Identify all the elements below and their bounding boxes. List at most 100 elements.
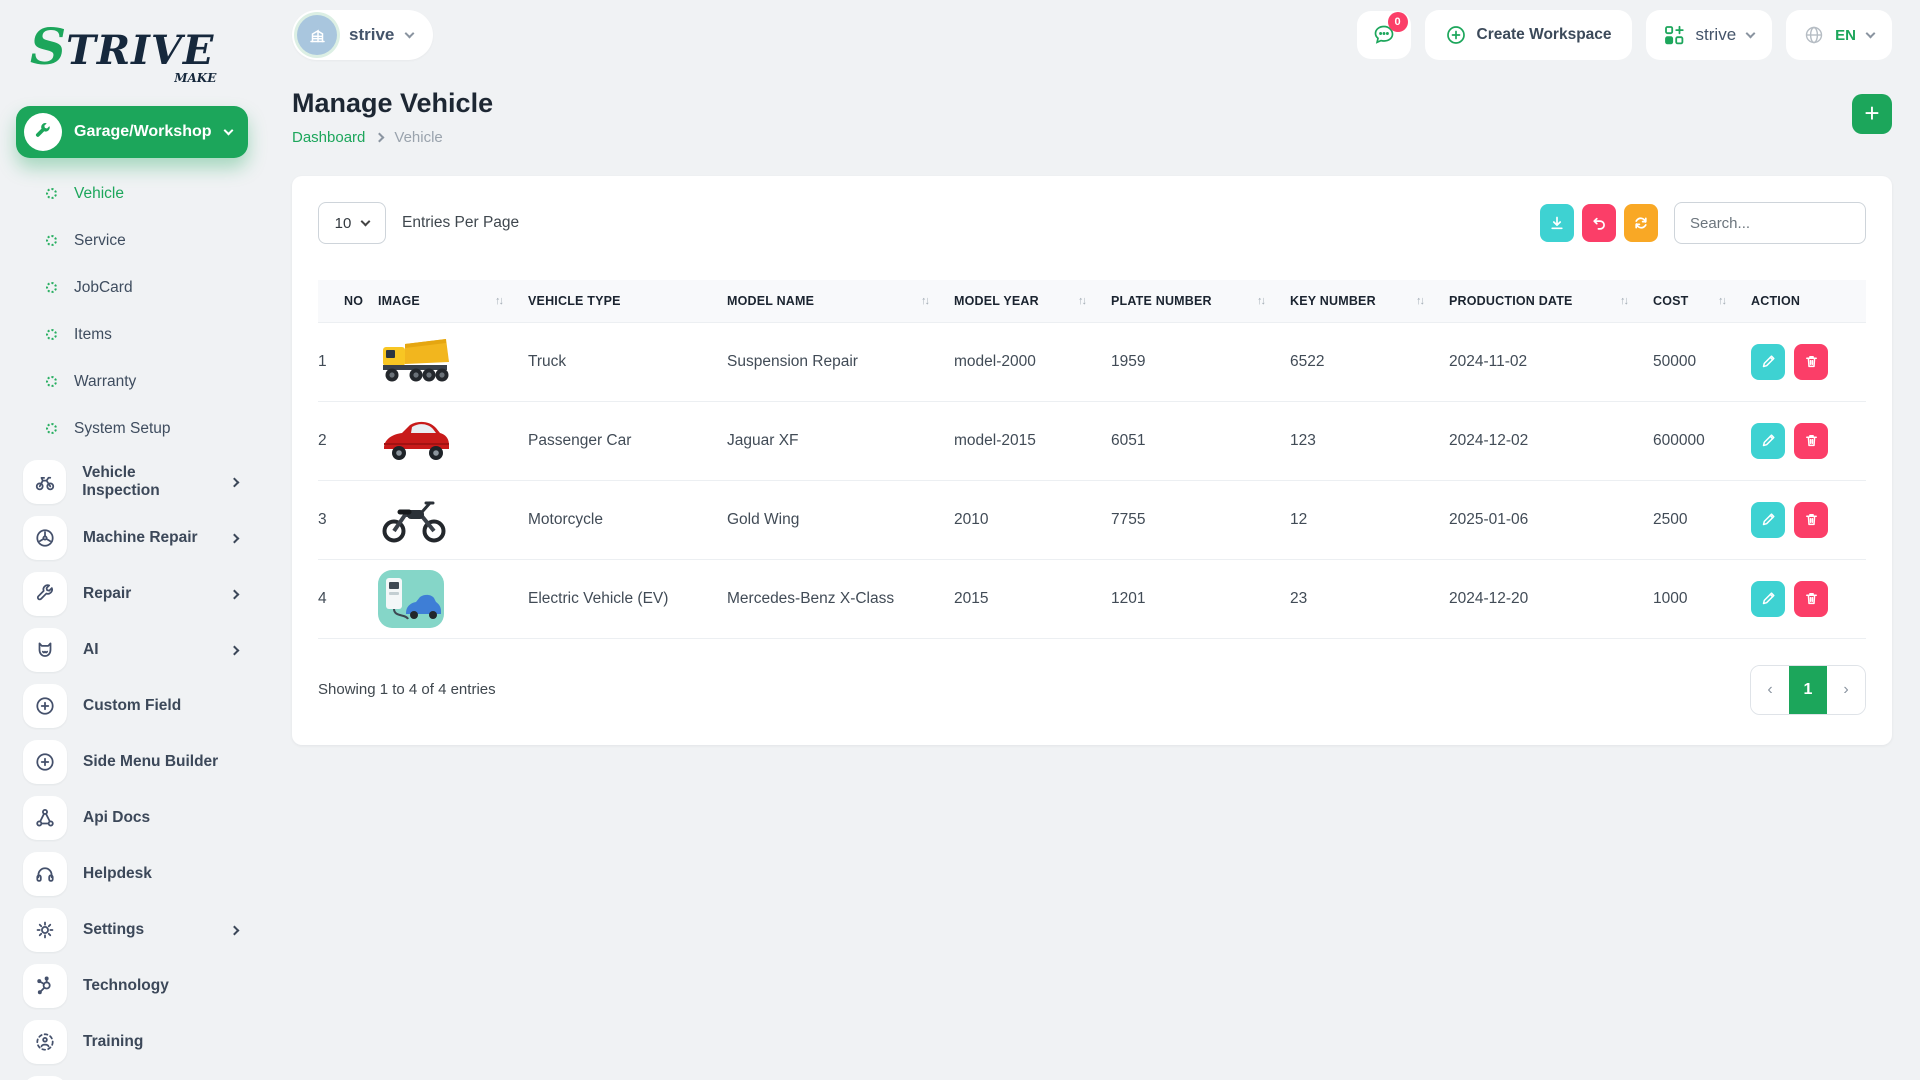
cell-no: 2 — [318, 401, 378, 480]
language-selector[interactable]: EN — [1786, 10, 1892, 60]
cell-plate_number: 7755 — [1111, 480, 1290, 559]
pagination-prev-button[interactable]: ‹ — [1751, 666, 1789, 714]
sidebar-item-system-setup[interactable]: System Setup — [0, 405, 264, 452]
chevron-right-icon — [230, 589, 240, 599]
edit-button[interactable] — [1751, 581, 1785, 617]
plus-circle-icon — [23, 684, 67, 728]
sidebar-item-label: Technology — [83, 977, 169, 995]
undo-button[interactable] — [1582, 204, 1616, 242]
chevron-right-icon — [230, 645, 240, 655]
cell-cost: 1000 — [1653, 559, 1751, 638]
sidebar-item-ai[interactable]: AI — [0, 622, 264, 678]
brand-tagline: MAKE — [174, 72, 216, 84]
refresh-button[interactable] — [1624, 204, 1658, 242]
delete-button[interactable] — [1794, 581, 1828, 617]
cell-image — [378, 559, 528, 638]
cell-vehicle_type: Motorcycle — [528, 480, 727, 559]
column-label: NO — [344, 294, 363, 308]
workspace-selector[interactable]: strive — [292, 10, 433, 60]
column-header-inner: ACTION — [1751, 294, 1866, 308]
table-header-row: NOIMAGE↑↓VEHICLE TYPEMODEL NAME↑↓MODEL Y… — [318, 280, 1866, 322]
sidebar-item-technology[interactable]: Technology — [0, 1070, 264, 1080]
ai-cat-icon — [23, 628, 67, 672]
sidebar-item-side-menu-builder[interactable]: Side Menu Builder — [0, 734, 264, 790]
pagination-page-1[interactable]: 1 — [1789, 666, 1827, 714]
sidebar-item-warranty[interactable]: Warranty — [0, 358, 264, 405]
delete-button[interactable] — [1794, 344, 1828, 380]
column-label: COST — [1653, 294, 1689, 308]
cell-model_year: 2010 — [954, 480, 1111, 559]
column-header-key-number[interactable]: KEY NUMBER↑↓ — [1290, 280, 1449, 322]
sort-icon[interactable]: ↑↓ — [1416, 295, 1423, 307]
cell-production_date: 2025-01-06 — [1449, 480, 1653, 559]
sidebar-item-vehicle-inspection[interactable]: Vehicle Inspection — [0, 454, 264, 510]
sidebar-item-settings[interactable]: Settings — [0, 902, 264, 958]
cell-model_name: Gold Wing — [727, 480, 954, 559]
column-header-model-year[interactable]: MODEL YEAR↑↓ — [954, 280, 1111, 322]
edit-button[interactable] — [1751, 423, 1785, 459]
search-input[interactable] — [1674, 202, 1866, 244]
sidebar-item-items[interactable]: Items — [0, 311, 264, 358]
create-workspace-button[interactable]: Create Workspace — [1425, 10, 1632, 60]
sidebar-group-garage-workshop[interactable]: Garage/Workshop — [16, 106, 248, 158]
breadcrumb-current: Vehicle — [394, 129, 442, 146]
column-header-production-date[interactable]: PRODUCTION DATE↑↓ — [1449, 280, 1653, 322]
delete-button[interactable] — [1794, 423, 1828, 459]
sidebar-item-api-docs[interactable]: Api Docs — [0, 790, 264, 846]
sort-icon[interactable]: ↑↓ — [1257, 295, 1264, 307]
main-area: strive 0 Create Workspace — [264, 0, 1920, 1080]
table-row: 1TruckSuspension Repairmodel-20001959652… — [318, 322, 1866, 401]
add-vehicle-button[interactable]: + — [1852, 94, 1892, 134]
sort-icon[interactable]: ↑↓ — [921, 295, 928, 307]
pencil-icon — [1761, 354, 1776, 369]
sidebar-item-jobcard[interactable]: JobCard — [0, 264, 264, 311]
sort-icon[interactable]: ↑↓ — [1078, 295, 1085, 307]
cell-production_date: 2024-11-02 — [1449, 322, 1653, 401]
brand-logo-text: STRIVE MAKE — [30, 22, 214, 72]
sidebar-item-helpdesk[interactable]: Helpdesk — [0, 846, 264, 902]
workspace-menu[interactable]: strive — [1646, 10, 1773, 60]
dashed-circle-icon — [46, 423, 57, 434]
column-header-cost[interactable]: COST ↑↓ — [1653, 280, 1751, 322]
sort-icon[interactable]: ↑↓ — [495, 295, 502, 307]
column-header-image[interactable]: IMAGE↑↓ — [378, 280, 528, 322]
sidebar-item-label: Warranty — [74, 373, 136, 391]
chevron-right-icon — [230, 477, 240, 487]
sort-icon[interactable]: ↑↓ — [1718, 295, 1725, 307]
sidebar-group-label: Garage/Workshop — [74, 123, 212, 141]
cell-plate_number: 1201 — [1111, 559, 1290, 638]
entries-per-page-select[interactable]: 10 — [318, 202, 386, 244]
chevron-right-icon — [230, 533, 240, 543]
edit-button[interactable] — [1751, 344, 1785, 380]
edit-button[interactable] — [1751, 502, 1785, 538]
cell-model_name: Suspension Repair — [727, 322, 954, 401]
column-header-plate-number[interactable]: PLATE NUMBER↑↓ — [1111, 280, 1290, 322]
sidebar-item-custom-field[interactable]: Custom Field — [0, 678, 264, 734]
ev-image — [378, 570, 528, 628]
sidebar-item-label: Vehicle — [74, 185, 124, 203]
training-icon — [23, 1020, 67, 1064]
sidebar-item-technology[interactable]: Technology — [0, 958, 264, 1014]
cell-action — [1751, 559, 1866, 638]
column-label: ACTION — [1751, 294, 1800, 308]
pagination-next-button[interactable]: › — [1827, 666, 1865, 714]
delete-button[interactable] — [1794, 502, 1828, 538]
breadcrumb-dashboard-link[interactable]: Dashboard — [292, 129, 365, 146]
cell-cost: 2500 — [1653, 480, 1751, 559]
sidebar-item-vehicle[interactable]: Vehicle — [0, 170, 264, 217]
sort-icon[interactable]: ↑↓ — [1620, 295, 1627, 307]
sidebar-item-machine-repair[interactable]: Machine Repair — [0, 510, 264, 566]
sidebar-item-repair[interactable]: Repair — [0, 566, 264, 622]
sidebar-item-label: Machine Repair — [83, 529, 198, 547]
column-header-model-name[interactable]: MODEL NAME↑↓ — [727, 280, 954, 322]
dashed-circle-icon — [46, 235, 57, 246]
export-download-button[interactable] — [1540, 204, 1574, 242]
sidebar-item-training[interactable]: Training — [0, 1014, 264, 1070]
title-block: Manage Vehicle Dashboard Vehicle — [292, 82, 493, 146]
workspace-menu-name: strive — [1696, 25, 1737, 45]
brand-logo[interactable]: STRIVE MAKE — [0, 12, 264, 94]
cell-image — [378, 322, 528, 401]
cell-model_year: 2015 — [954, 559, 1111, 638]
sidebar-item-service[interactable]: Service — [0, 217, 264, 264]
chat-button[interactable]: 0 — [1357, 11, 1411, 59]
